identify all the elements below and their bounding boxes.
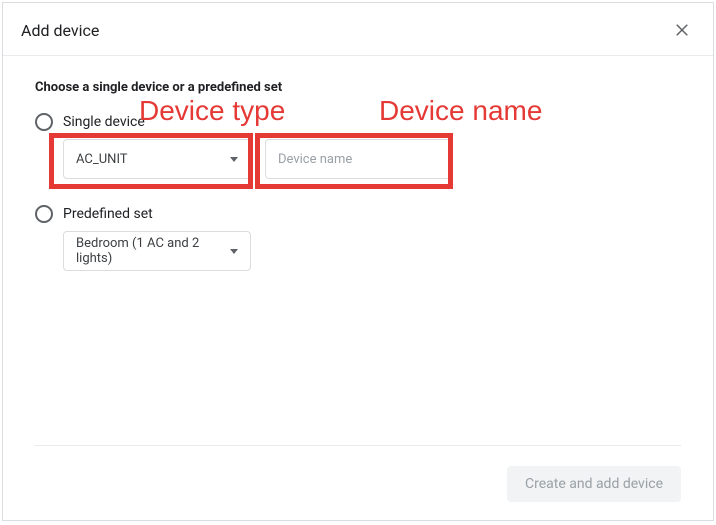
single-device-option: Single device bbox=[35, 113, 681, 131]
single-device-label[interactable]: Single device bbox=[63, 114, 145, 130]
chevron-down-icon bbox=[230, 249, 238, 254]
dialog-header: Add device bbox=[3, 3, 713, 56]
single-device-controls: AC_UNIT bbox=[63, 139, 681, 179]
single-device-radio[interactable] bbox=[35, 113, 53, 131]
predefined-set-controls: Bedroom (1 AC and 2 lights) bbox=[63, 231, 681, 271]
predefined-set-label[interactable]: Predefined set bbox=[63, 206, 153, 222]
predefined-set-value: Bedroom (1 AC and 2 lights) bbox=[76, 236, 230, 266]
device-type-value: AC_UNIT bbox=[76, 152, 230, 167]
chevron-down-icon bbox=[230, 157, 238, 162]
footer-actions: Create and add device bbox=[3, 446, 713, 520]
device-name-input[interactable] bbox=[265, 139, 453, 179]
add-device-dialog: Add device Choose a single device or a p… bbox=[2, 2, 714, 521]
create-and-add-button[interactable]: Create and add device bbox=[507, 466, 681, 502]
annotation-device-type-label: Device type bbox=[139, 95, 285, 127]
annotation-device-name-label: Device name bbox=[379, 95, 542, 127]
dialog-footer-area: Create and add device bbox=[3, 445, 713, 520]
content-subtitle: Choose a single device or a predefined s… bbox=[35, 80, 681, 95]
predefined-set-select[interactable]: Bedroom (1 AC and 2 lights) bbox=[63, 231, 251, 271]
close-button[interactable] bbox=[669, 17, 695, 43]
dialog-title: Add device bbox=[21, 21, 99, 40]
predefined-set-radio[interactable] bbox=[35, 205, 53, 223]
close-icon bbox=[673, 21, 691, 39]
predefined-set-option: Predefined set bbox=[35, 205, 681, 223]
device-type-select[interactable]: AC_UNIT bbox=[63, 139, 251, 179]
